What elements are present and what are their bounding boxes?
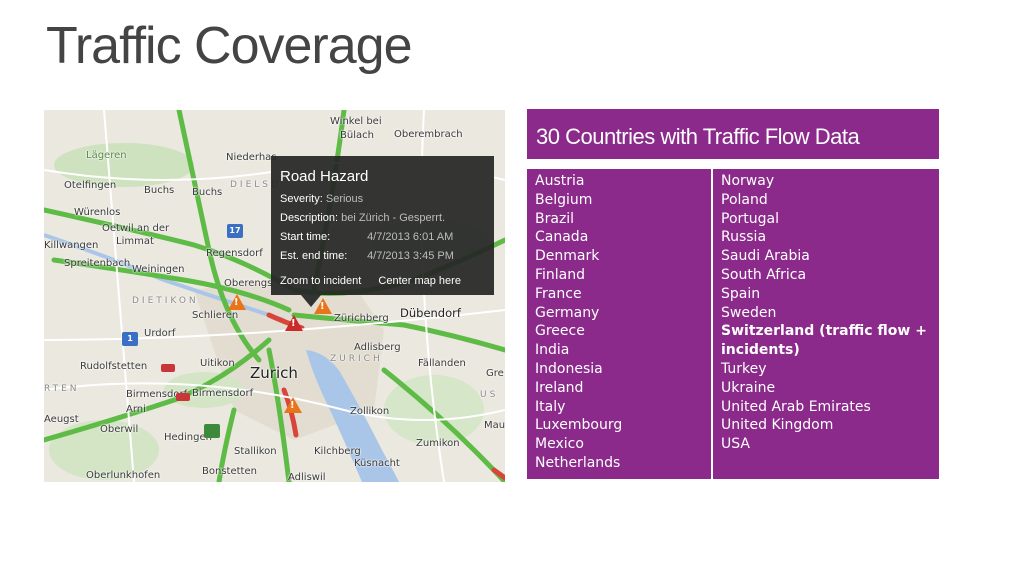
coverage-header: 30 Countries with Traffic Flow Data: [527, 109, 939, 159]
incident-popup: Road Hazard Severity: Serious Descriptio…: [271, 156, 494, 307]
place-label: Arni: [126, 404, 146, 415]
country-item: Portugal: [721, 210, 779, 227]
country-item: Finland: [535, 266, 586, 283]
country-item: Greece: [535, 323, 585, 340]
place-label: Buchs: [144, 185, 175, 196]
country-item: Denmark: [535, 248, 600, 265]
country-item: Russia: [721, 229, 767, 246]
place-label: Zollikon: [350, 406, 390, 417]
place-label: Adliswil: [288, 472, 326, 482]
place-label: Uitikon: [200, 358, 235, 369]
country-item: Belgium: [535, 191, 593, 208]
country-item: Austria: [535, 173, 585, 189]
place-label: Mau: [484, 420, 505, 431]
place-label: Zürichberg: [334, 313, 389, 324]
place-label: Spreitenbach: [64, 258, 131, 269]
country-list-left: Austria Belgium Brazil Canada Denmark Finland…: [527, 169, 711, 479]
place-label: Oetwil an der: [102, 223, 170, 234]
place-label: Oberembrach: [394, 129, 463, 140]
description-value: bei Zürich - Gesperrt.: [341, 212, 446, 224]
country-item: USA: [721, 436, 750, 453]
route-shield: 17: [227, 224, 243, 238]
country-item: Luxembourg: [535, 417, 623, 434]
place-label: Zurich: [250, 364, 298, 382]
hazard-icon[interactable]: [228, 294, 246, 310]
place-label: Birmensdorf: [192, 388, 254, 399]
place-label: Adlisberg: [354, 342, 401, 353]
place-label: Schlieren: [192, 310, 239, 321]
place-label: Winkel bei: [330, 116, 382, 127]
traffic-map[interactable]: Winkel bei Bülach Oberembrach Lägeren Ni…: [44, 110, 505, 482]
place-label: Oberlunkhofen: [86, 470, 161, 481]
route-shield-icon: [161, 364, 175, 372]
place-label: Küsnacht: [354, 458, 400, 469]
country-item: Canada: [535, 229, 589, 246]
country-item: Germany: [535, 304, 600, 321]
country-item: United Arab Emirates: [721, 398, 871, 415]
place-label: RTEN: [44, 384, 80, 394]
end-time-label: Est. end time:: [280, 250, 348, 262]
place-label: DIETIKON: [132, 296, 199, 306]
place-label: ZURICH: [330, 354, 383, 364]
country-item: Netherlands: [535, 454, 621, 471]
country-list-right: Norway Poland Portugal Russia Saudi Arabia So…: [713, 169, 939, 479]
popup-title: Road Hazard: [280, 168, 369, 185]
place-label: Kilchberg: [314, 446, 361, 457]
place-label: Oberengs: [224, 278, 273, 289]
place-label: Lägeren: [86, 150, 127, 161]
country-item: United Kingdom: [721, 417, 834, 434]
zoom-to-incident-link[interactable]: Zoom to incident: [280, 275, 361, 287]
country-item: Brazil: [535, 210, 575, 227]
place-label: Weiningen: [132, 264, 185, 275]
place-label: Regensdorf: [206, 248, 263, 259]
country-item: Saudi Arabia: [721, 248, 810, 265]
country-item: Spain: [721, 285, 761, 302]
place-label: Otelfingen: [64, 180, 117, 191]
page-title: Traffic Coverage: [46, 17, 412, 75]
start-time-label: Start time:: [280, 231, 331, 243]
start-time-value: 4/7/2013 6:01 AM: [367, 231, 454, 243]
country-item: Sweden: [721, 304, 777, 321]
country-item: Indonesia: [535, 360, 603, 377]
end-time-value: 4/7/2013 3:45 PM: [367, 250, 454, 262]
place-label: Zumikon: [416, 438, 460, 449]
place-label: Urdorf: [144, 328, 176, 339]
country-item: South Africa: [721, 266, 807, 283]
place-label: Dübendorf: [400, 306, 461, 320]
place-label: Oberwil: [100, 424, 139, 435]
place-label: Niederhas: [226, 152, 277, 163]
hazard-icon[interactable]: [284, 397, 302, 413]
country-item: Turkey: [721, 360, 767, 377]
severity-value: Serious: [325, 193, 364, 205]
country-item: Norway: [721, 173, 775, 189]
route-shield-icon: [204, 424, 220, 438]
hazard-icon[interactable]: [285, 315, 303, 331]
route-shield: 1: [122, 332, 138, 346]
place-label: Bülach: [340, 130, 374, 141]
place-label: Stallikon: [234, 446, 277, 457]
severity-label: Severity:: [280, 193, 323, 205]
place-label: Rudolfstetten: [80, 361, 148, 372]
country-item: India: [535, 342, 570, 359]
place-label: Gre: [486, 368, 504, 379]
country-item: Ireland: [535, 379, 584, 396]
place-label: Killwangen: [44, 240, 99, 251]
description-label: Description:: [280, 212, 339, 224]
place-label: Buchs: [192, 187, 223, 198]
place-label: Aeugst: [44, 414, 79, 425]
country-item: Switzerland (traffic flow + incidents): [721, 323, 927, 359]
place-label: US: [480, 390, 499, 400]
country-item: France: [535, 285, 582, 302]
place-label: Bonstetten: [202, 466, 257, 477]
place-label: Fällanden: [418, 358, 466, 369]
country-item: Ukraine: [721, 379, 776, 396]
route-shield-icon: [176, 393, 190, 401]
country-item: Italy: [535, 398, 566, 415]
country-item: Poland: [721, 191, 768, 208]
country-item: Mexico: [535, 436, 584, 453]
place-label: Limmat: [116, 236, 154, 247]
center-map-link[interactable]: Center map here: [378, 275, 461, 287]
place-label: Würenlos: [74, 207, 121, 218]
